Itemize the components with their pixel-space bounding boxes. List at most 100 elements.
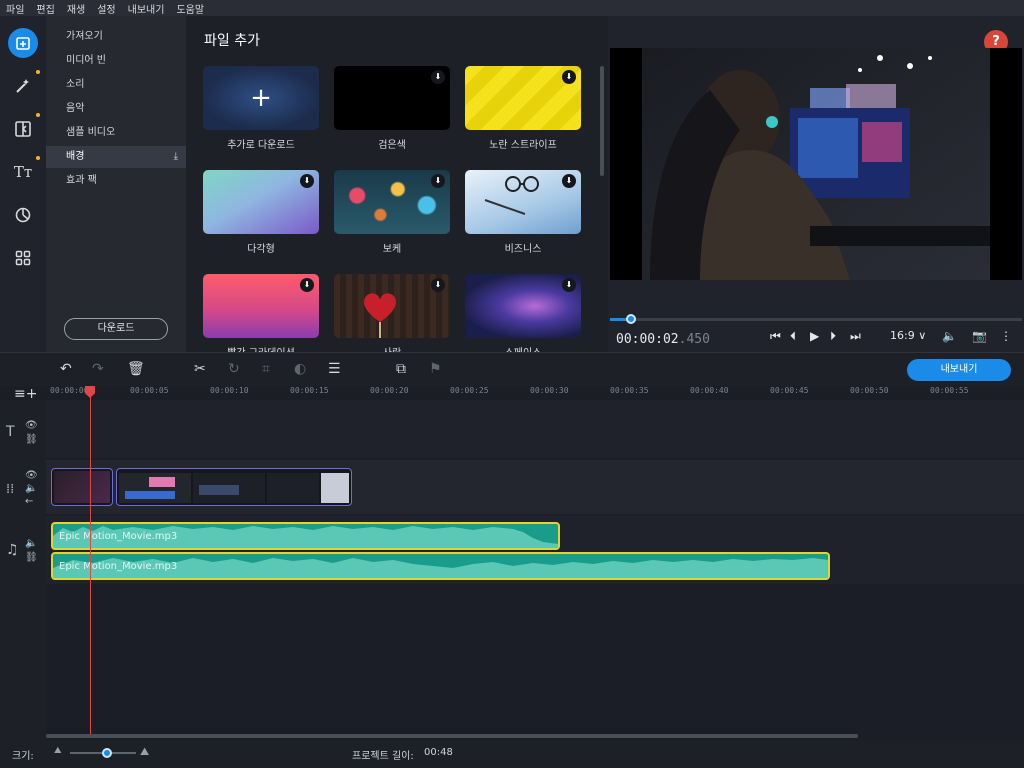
category-sounds[interactable]: 소리	[46, 74, 186, 96]
menu-help[interactable]: 도움말	[170, 1, 210, 16]
category-media-bin[interactable]: 미디어 빈	[46, 50, 186, 72]
crop-icon[interactable]: ⌗	[262, 361, 270, 377]
step-back-icon[interactable]: ⏴	[790, 329, 796, 344]
text-icon: Tт	[13, 163, 33, 181]
grid-icon	[15, 250, 31, 266]
visibility-eye-icon[interactable]: 👁	[25, 470, 38, 481]
category-music[interactable]: 음악	[46, 98, 186, 120]
files-scrollbar[interactable]	[600, 66, 604, 176]
tile-download-more[interactable]: + 추가로 다운로드	[203, 66, 319, 151]
color-adjust-icon[interactable]: ◐	[294, 361, 306, 377]
menu-export[interactable]: 내보내기	[122, 1, 171, 16]
tile-red-gradient[interactable]: ⬇ 빨간 그라데이션	[203, 274, 319, 352]
volume-icon[interactable]: 🔈	[942, 329, 957, 343]
project-length-value: 00:48	[424, 747, 453, 758]
transitions-tab-button[interactable]	[8, 114, 38, 144]
download-icon[interactable]: ⬇	[300, 278, 314, 292]
ruler-tick-label: 00:00:15	[290, 386, 329, 395]
tile-bokeh[interactable]: ⬇ 보케	[334, 170, 450, 255]
video-clip[interactable]	[116, 468, 352, 506]
tile-black[interactable]: ⬇ 검은색	[334, 66, 450, 151]
ruler-tick-label: 00:00:05	[130, 386, 169, 395]
snapshot-camera-icon[interactable]: 📷	[972, 329, 987, 343]
aspect-ratio-select[interactable]: 16:9 ∨	[890, 329, 926, 342]
magic-wand-icon	[16, 79, 29, 93]
link-icon[interactable]: ←	[25, 496, 33, 507]
ruler-tick-label: 00:00:40	[690, 386, 729, 395]
title-track[interactable]	[46, 400, 1024, 458]
link-icon[interactable]: ⛓	[25, 434, 38, 445]
download-icon[interactable]: ⬇	[562, 174, 576, 188]
menu-playback[interactable]: 재생	[61, 1, 91, 16]
overlay-icon[interactable]: ⧉	[396, 361, 406, 377]
seek-handle[interactable]	[625, 314, 636, 324]
menu-edit[interactable]: 편집	[30, 1, 60, 16]
ruler-tick-label: 00:00:55	[930, 386, 969, 395]
zoom-slider-handle[interactable]	[102, 748, 112, 758]
video-preview[interactable]	[610, 48, 1022, 280]
timeline-horizontal-scrollbar[interactable]	[46, 734, 858, 738]
ruler-tick-label: 00:00:45	[770, 386, 809, 395]
category-effect-packs[interactable]: 효과 팩	[46, 170, 186, 192]
more-tools-tab-button[interactable]	[8, 243, 38, 273]
playhead[interactable]	[90, 386, 91, 736]
tile-label: 노란 스트라이프	[489, 140, 557, 151]
import-tab-button[interactable]	[8, 28, 38, 58]
menu-settings[interactable]: 설정	[91, 1, 121, 16]
link-icon[interactable]: ⛓	[25, 552, 38, 563]
project-length-label: 프로젝트 길이:	[352, 751, 414, 762]
download-more-button[interactable]: 다운로드	[64, 318, 168, 340]
more-options-icon[interactable]: ⋮	[1000, 329, 1012, 343]
mute-icon[interactable]: 🔈	[25, 538, 37, 549]
video-clip[interactable]	[51, 468, 113, 506]
category-backgrounds[interactable]: 배경 ⤓	[46, 146, 186, 168]
download-icon[interactable]: ⬇	[431, 174, 445, 188]
zoom-out-icon[interactable]: ⛰	[54, 746, 62, 756]
tile-label: 비즈니스	[504, 244, 542, 255]
sticker-icon	[15, 207, 31, 223]
video-editor-window: { "menu": ["파일", "편집", "재생", "설정", "내보내기…	[0, 0, 1024, 768]
cut-icon[interactable]: ✂	[194, 361, 206, 377]
zoom-in-icon[interactable]: ⛰	[140, 745, 149, 759]
tile-polygon[interactable]: ⬇ 다각형	[203, 170, 319, 255]
delete-icon[interactable]: 🗑	[127, 361, 145, 377]
skip-start-icon[interactable]: ⏮	[770, 329, 781, 344]
visibility-eye-icon[interactable]: 👁	[25, 420, 38, 431]
clip-thumbnail	[267, 473, 319, 503]
import-icon	[16, 37, 30, 50]
title-track-icon: T	[6, 424, 15, 440]
clip-properties-icon[interactable]: ☰	[328, 361, 341, 377]
titles-tab-button[interactable]: Tт	[8, 157, 38, 187]
download-icon[interactable]: ⬇	[562, 70, 576, 84]
preview-seek-bar[interactable]	[610, 314, 1022, 324]
download-icon[interactable]: ⬇	[562, 278, 576, 292]
audio-clip[interactable]: Epic Motion_Movie.mp3	[51, 552, 830, 580]
undo-icon[interactable]: ↶	[60, 361, 72, 377]
video-track-icon: ⁞⁞	[6, 482, 15, 497]
export-button[interactable]: 내보내기	[907, 359, 1011, 381]
tile-thumbnail: ⬇	[203, 170, 319, 234]
menu-file[interactable]: 파일	[0, 1, 30, 16]
tile-label: 추가로 다운로드	[227, 140, 295, 151]
skip-end-icon[interactable]: ⏭	[850, 329, 861, 344]
tile-business[interactable]: ⬇ 비즈니스	[465, 170, 581, 255]
redo-icon[interactable]: ↷	[92, 361, 104, 377]
play-icon[interactable]: ▶	[810, 329, 819, 343]
tile-love[interactable]: ⬇ 사랑	[334, 274, 450, 352]
download-icon[interactable]: ⬇	[300, 174, 314, 188]
rotate-icon[interactable]: ↻	[228, 361, 240, 377]
download-icon[interactable]: ⬇	[431, 70, 445, 84]
category-import[interactable]: 가져오기	[46, 26, 186, 48]
category-sample-videos[interactable]: 샘플 비디오	[46, 122, 186, 144]
tile-yellow-stripes[interactable]: ⬇ 노란 스트라이프	[465, 66, 581, 151]
mute-icon[interactable]: 🔈	[25, 483, 37, 494]
step-forward-icon[interactable]: ⏵	[830, 329, 836, 344]
filters-tab-button[interactable]	[8, 71, 38, 101]
zoom-slider[interactable]	[70, 748, 136, 758]
stickers-tab-button[interactable]	[8, 200, 38, 230]
download-icon[interactable]: ⬇	[431, 278, 445, 292]
marker-flag-icon[interactable]: ⚑	[429, 361, 442, 377]
timeline-ruler[interactable]: 00:00:00 00:00:05 00:00:10 00:00:15 00:0…	[46, 386, 1024, 400]
tile-space[interactable]: ⬇ 스페이스	[465, 274, 581, 352]
audio-clip[interactable]: Epic Motion_Movie.mp3	[51, 522, 560, 550]
